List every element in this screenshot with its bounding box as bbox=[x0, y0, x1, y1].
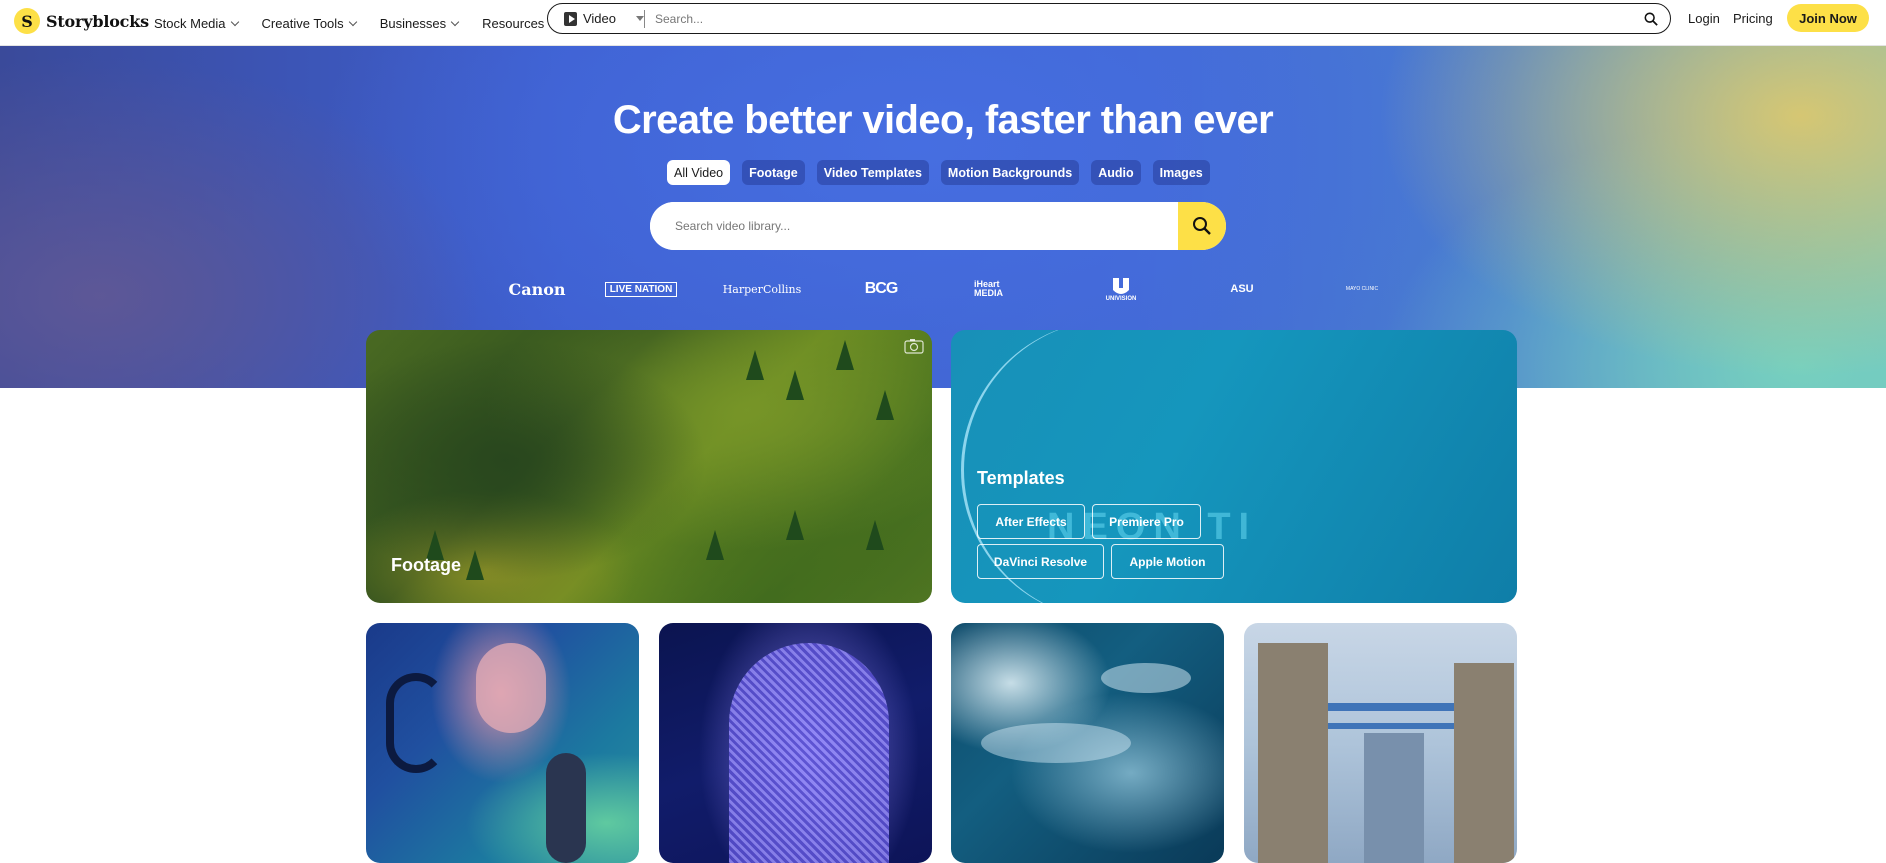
tree-shape bbox=[786, 370, 804, 400]
after-effects-button[interactable]: After Effects bbox=[977, 504, 1085, 539]
canon-logo: Canon bbox=[508, 279, 566, 299]
wave-foam bbox=[1101, 663, 1191, 693]
storyblocks-logo[interactable]: S Storyblocks bbox=[14, 8, 149, 34]
audio-microphone-card[interactable] bbox=[659, 623, 932, 863]
hero-search-input[interactable] bbox=[650, 202, 1178, 250]
tree-shape bbox=[746, 350, 764, 380]
templates-card[interactable]: NEON TI Templates After Effects Premiere… bbox=[951, 330, 1517, 603]
bridge-tower-left bbox=[1258, 643, 1328, 863]
bcg-logo: BCG bbox=[864, 280, 899, 297]
login-link[interactable]: Login bbox=[1688, 11, 1720, 26]
media-chips: All Video Footage Video Templates Motion… bbox=[667, 160, 1210, 185]
audio-singer-card[interactable] bbox=[366, 623, 639, 863]
tree-shape bbox=[786, 510, 804, 540]
main-menu: Stock Media Creative Tools Businesses Re… bbox=[154, 0, 558, 46]
join-now-button[interactable]: Join Now bbox=[1787, 4, 1869, 32]
bridge-tower-right bbox=[1454, 663, 1514, 863]
iheart-media-logo: iHeart MEDIA bbox=[974, 279, 1003, 298]
davinci-resolve-button[interactable]: DaVinci Resolve bbox=[977, 544, 1104, 579]
harpercollins-logo: HarperCollins bbox=[722, 282, 802, 296]
chip-images[interactable]: Images bbox=[1152, 160, 1210, 185]
templates-label: Templates bbox=[977, 468, 1065, 488]
tree-shape bbox=[836, 340, 854, 370]
chip-audio[interactable]: Audio bbox=[1091, 160, 1141, 185]
menu-label: Stock Media bbox=[154, 15, 226, 31]
footage-label: Footage bbox=[391, 555, 461, 575]
tree-shape bbox=[876, 390, 894, 420]
menu-creative-tools[interactable]: Creative Tools bbox=[261, 15, 357, 31]
chip-footage[interactable]: Footage bbox=[742, 160, 805, 185]
chip-motion-backgrounds[interactable]: Motion Backgrounds bbox=[940, 160, 1080, 185]
singer-face-shape bbox=[476, 643, 546, 733]
tower-bridge-card[interactable] bbox=[1244, 623, 1517, 863]
mayo-clinic-logo: MAYO CLINIC bbox=[1345, 286, 1379, 292]
search-icon[interactable] bbox=[1644, 12, 1658, 26]
top-search-bar: Video bbox=[547, 3, 1671, 34]
camera-icon bbox=[904, 339, 924, 354]
tree-shape bbox=[706, 530, 724, 560]
hero-search-button[interactable] bbox=[1178, 202, 1226, 250]
menu-label: Creative Tools bbox=[261, 15, 344, 31]
menu-label: Businesses bbox=[379, 15, 447, 31]
pricing-link[interactable]: Pricing bbox=[1733, 11, 1773, 26]
hero-title: Create better video, faster than ever bbox=[612, 98, 1274, 142]
tree-shape bbox=[866, 520, 884, 550]
footage-card[interactable]: Footage bbox=[366, 330, 932, 603]
caret-down-icon bbox=[636, 16, 644, 21]
storyblocks-logo-icon: S bbox=[14, 8, 40, 34]
media-type-select[interactable]: Video bbox=[548, 4, 644, 33]
premiere-pro-button[interactable]: Premiere Pro bbox=[1092, 504, 1201, 539]
headphones-shape bbox=[386, 673, 446, 773]
ocean-waves-card[interactable] bbox=[951, 623, 1224, 863]
hero-section: Create better video, faster than ever Al… bbox=[0, 46, 1886, 388]
asu-logo: ASU bbox=[1230, 283, 1254, 295]
chevron-down-icon bbox=[450, 17, 460, 26]
search-icon bbox=[1193, 217, 1211, 235]
tree-shape bbox=[466, 550, 484, 580]
apple-motion-button[interactable]: Apple Motion bbox=[1111, 544, 1224, 579]
live-nation-text: LIVE NATION bbox=[604, 281, 678, 297]
menu-stock-media[interactable]: Stock Media bbox=[154, 15, 239, 31]
univision-text: UNIVISION bbox=[1105, 296, 1137, 302]
chevron-down-icon bbox=[230, 17, 239, 26]
univision-logo: UNIVISION bbox=[1100, 272, 1142, 306]
microphone-grille bbox=[729, 643, 889, 863]
menu-businesses[interactable]: Businesses bbox=[379, 15, 460, 31]
chip-all-video[interactable]: All Video bbox=[667, 160, 731, 185]
menu-resources[interactable]: Resources bbox=[482, 15, 558, 31]
wave-foam bbox=[981, 723, 1131, 763]
chip-video-templates[interactable]: Video Templates bbox=[816, 160, 929, 185]
brand-name: Storyblocks bbox=[46, 11, 149, 31]
media-type-label: Video bbox=[582, 11, 616, 26]
menu-label: Resources bbox=[482, 15, 545, 31]
live-nation-logo: LIVE NATION bbox=[604, 272, 678, 306]
client-logos: Canon LIVE NATION HarperCollins BCG iHea… bbox=[0, 272, 1886, 306]
bridge-walkway bbox=[1328, 723, 1454, 729]
city-buildings bbox=[1364, 733, 1424, 863]
top-navigation: S Storyblocks Stock Media Creative Tools… bbox=[0, 0, 1886, 46]
hero-search-bar bbox=[650, 202, 1226, 250]
video-icon bbox=[564, 11, 577, 26]
bridge-walkway bbox=[1328, 703, 1454, 711]
top-search-input[interactable] bbox=[645, 11, 1644, 26]
chevron-down-icon bbox=[348, 17, 357, 26]
microphone-shape bbox=[546, 753, 586, 863]
univision-icon bbox=[1113, 278, 1129, 294]
